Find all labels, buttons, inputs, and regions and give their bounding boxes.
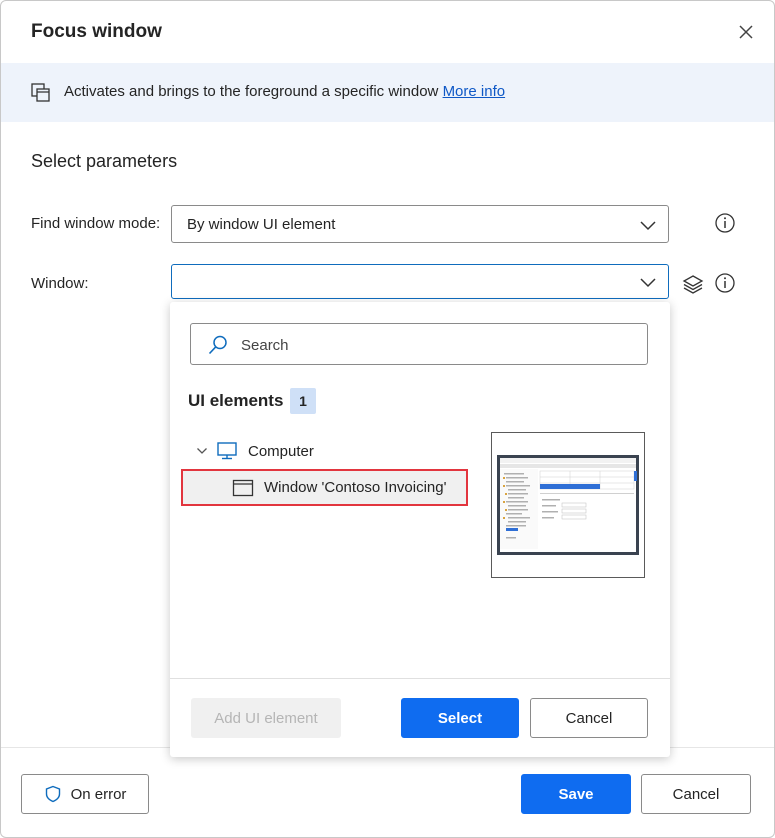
select-button[interactable]: Select [401,698,519,738]
window-duplicate-icon [29,81,53,105]
window-select[interactable] [171,264,669,299]
window-label: Window: [31,275,89,292]
close-button[interactable] [731,17,761,47]
chevron-down-icon [197,448,207,454]
dialog-title: Focus window [31,21,162,42]
tree-item-computer[interactable]: Computer [196,439,314,463]
add-ui-element-button[interactable]: Add UI element [191,698,341,738]
tree-item-window-contoso[interactable]: Window 'Contoso Invoicing' [181,469,468,506]
info-description: Activates and brings to the foreground a… [64,83,439,100]
tree-item-computer-label: Computer [248,442,314,460]
section-title: Select parameters [31,151,178,171]
on-error-label: On error [70,785,127,803]
chevron-down-icon [640,221,656,231]
save-button[interactable]: Save [521,774,631,814]
chevron-down-icon [640,278,656,288]
layers-icon[interactable] [682,273,704,295]
info-bar: Activates and brings to the foreground a… [1,63,774,122]
find-window-mode-label: Find window mode: [31,215,161,232]
close-icon [739,25,753,39]
search-input[interactable]: Search [190,323,648,365]
computer-icon [217,442,237,460]
window-icon [232,479,254,496]
shield-icon [45,785,60,803]
ui-elements-title: UI elements [188,391,284,410]
cancel-button[interactable]: Cancel [641,774,751,814]
ui-element-picker-dropdown: Search UI elements 1 Computer Window 'Co… [170,302,670,757]
window-preview-thumbnail [491,432,645,578]
info-text: Activates and brings to the foreground a… [64,83,505,100]
find-window-mode-value: By window UI element [187,216,336,233]
tree-item-window-label: Window 'Contoso Invoicing' [264,479,447,496]
dropdown-divider [170,678,670,679]
dropdown-cancel-button[interactable]: Cancel [530,698,648,738]
ui-elements-count-badge: 1 [290,388,316,414]
search-icon [208,335,227,355]
more-info-link[interactable]: More info [443,83,506,100]
find-window-mode-select[interactable]: By window UI element [171,205,669,243]
search-placeholder: Search [241,337,289,354]
info-icon[interactable] [714,272,736,294]
on-error-button[interactable]: On error [21,774,149,814]
info-icon[interactable] [714,212,736,234]
